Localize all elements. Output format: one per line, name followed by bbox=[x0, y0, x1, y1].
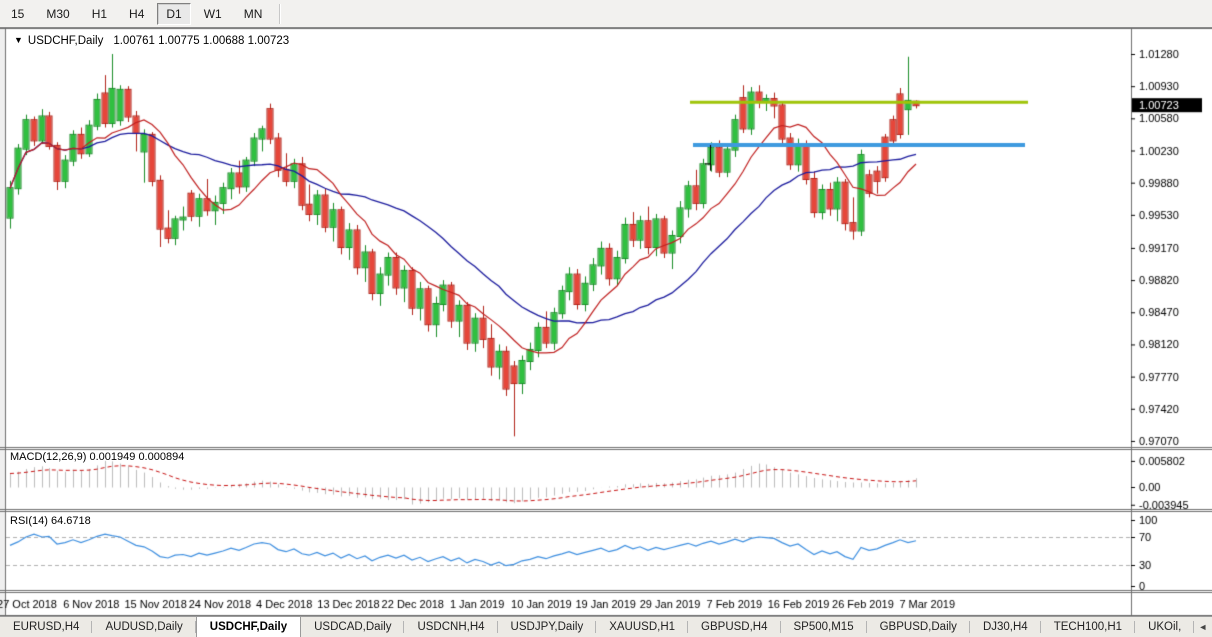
timeframe-button-M30[interactable]: M30 bbox=[37, 3, 78, 25]
chart-tab-usdcad-daily[interactable]: USDCAD,Daily bbox=[301, 617, 404, 637]
chart-tab-sp500-m15[interactable]: SP500,M15 bbox=[781, 617, 867, 637]
chart-area: ▼USDCHF,Daily1.00761 1.00775 1.00688 1.0… bbox=[0, 28, 1212, 616]
chart-tab-eurusd-h4[interactable]: EURUSD,H4 bbox=[0, 617, 92, 637]
toolbar-separator bbox=[279, 4, 281, 24]
timeframe-toolbar: 15M30H1H4D1W1MN bbox=[0, 0, 1212, 28]
chart-tab-dj30-h4[interactable]: DJ30,H4 bbox=[970, 617, 1041, 637]
chart-canvas[interactable] bbox=[0, 28, 1212, 616]
mt4-window: 15M30H1H4D1W1MN ▼USDCHF,Daily1.00761 1.0… bbox=[0, 0, 1212, 637]
timeframe-button-15[interactable]: 15 bbox=[2, 3, 33, 25]
chart-tab-audusd-daily[interactable]: AUDUSD,Daily bbox=[92, 617, 195, 637]
chart-tab-usdjpy-daily[interactable]: USDJPY,Daily bbox=[498, 617, 597, 637]
chart-tab-gbpusd-h4[interactable]: GBPUSD,H4 bbox=[688, 617, 780, 637]
timeframe-button-H4[interactable]: H4 bbox=[120, 3, 153, 25]
timeframe-button-W1[interactable]: W1 bbox=[195, 3, 231, 25]
chart-tab-gbpusd-daily[interactable]: GBPUSD,Daily bbox=[867, 617, 970, 637]
timeframe-button-MN[interactable]: MN bbox=[235, 3, 272, 25]
timeframe-button-H1[interactable]: H1 bbox=[83, 3, 116, 25]
tabs-scroll-left-button[interactable]: ◄ bbox=[1198, 622, 1207, 632]
chart-tab-ukoil-[interactable]: UKOil, bbox=[1135, 617, 1194, 637]
tabs-scroll-buttons: ◄► bbox=[1194, 617, 1212, 637]
chart-tab-usdchf-daily[interactable]: USDCHF,Daily bbox=[196, 617, 301, 637]
chart-tabs-bar: EURUSD,H4AUDUSD,DailyUSDCHF,DailyUSDCAD,… bbox=[0, 616, 1212, 637]
timeframe-button-D1[interactable]: D1 bbox=[157, 3, 190, 25]
chart-tab-xauusd-h1[interactable]: XAUUSD,H1 bbox=[596, 617, 688, 637]
chart-tab-usdcnh-h4[interactable]: USDCNH,H4 bbox=[404, 617, 497, 637]
chart-tab-tech100-h1[interactable]: TECH100,H1 bbox=[1041, 617, 1135, 637]
